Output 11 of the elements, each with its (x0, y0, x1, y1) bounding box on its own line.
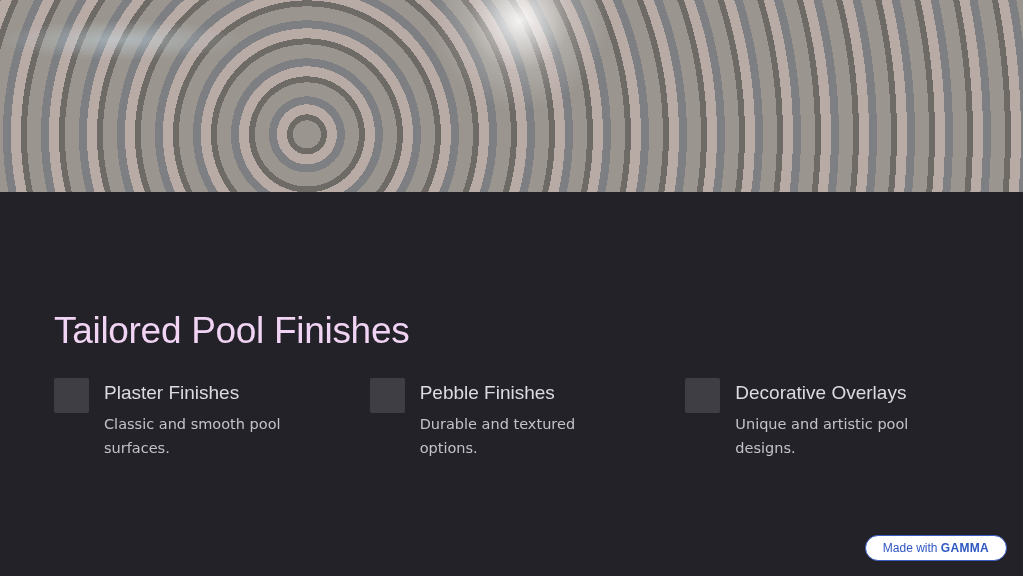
card-square (54, 378, 89, 413)
made-with-badge[interactable]: Made with GAMMA (864, 535, 1007, 561)
slide-title: Tailored Pool Finishes (54, 310, 411, 352)
card-description: Durable and textured options. (419, 415, 577, 458)
card-heading: Decorative Overlays (735, 382, 908, 404)
card-description: Unique and artistic pool designs. (735, 415, 910, 458)
card-square (685, 378, 721, 413)
card-square (369, 378, 405, 413)
card-heading: Plaster Finishes (104, 382, 241, 404)
card-heading: Pebble Finishes (419, 382, 556, 404)
card-description: Classic and smooth pool surfaces. (104, 415, 282, 458)
